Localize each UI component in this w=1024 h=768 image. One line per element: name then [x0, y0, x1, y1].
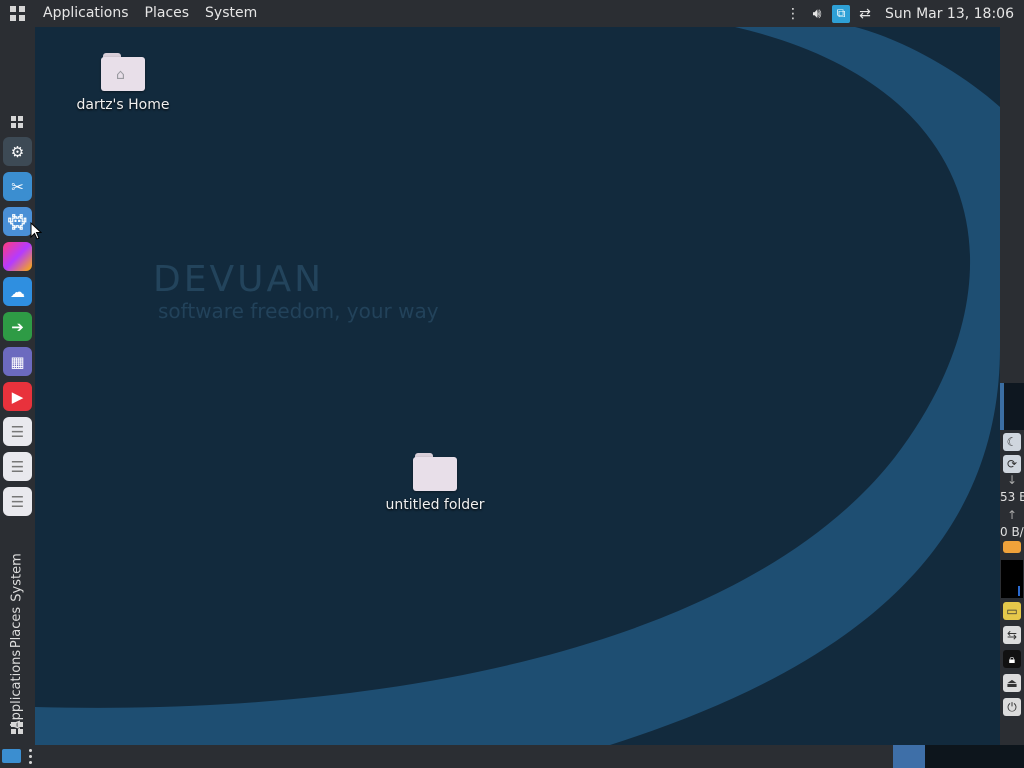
shutdown-icon[interactable]: ⏻ — [1003, 698, 1021, 716]
show-desktop-icon[interactable] — [2, 749, 21, 763]
weather-icon[interactable] — [1003, 541, 1021, 553]
wallpaper-swoosh — [35, 27, 1000, 745]
speaker-icon[interactable]: 🔊︎ — [808, 5, 826, 23]
office-launcher-icon[interactable]: ➔ — [3, 312, 32, 341]
apps-grid-icon[interactable] — [11, 116, 23, 128]
home-folder-label: dartz's Home — [76, 97, 170, 113]
network-icon[interactable]: ⧉ — [831, 4, 850, 23]
desktop: DEVUAN software freedom, your way Applic… — [0, 0, 1024, 768]
workspace-2[interactable] — [925, 745, 1024, 768]
wallpaper: DEVUAN software freedom, your way — [35, 27, 1000, 745]
refresh-icon[interactable]: ⟳ — [1003, 455, 1021, 473]
switch-user-icon[interactable]: ⇆ — [1003, 626, 1021, 644]
applications-menu[interactable]: Applications — [35, 0, 137, 27]
clock[interactable]: Sun Mar 13, 18:06 — [885, 6, 1014, 22]
left-dock: ⚙ ✂ 👾︎ ☁ ➔ ▦ ▶ ☰ ☰ ☰ System Places Appli… — [0, 27, 35, 745]
home-folder-desktop-icon[interactable]: ⌂ dartz's Home — [63, 53, 183, 113]
home-folder-icon: ⌂ — [101, 53, 145, 91]
slider-thumb[interactable] — [1000, 383, 1004, 430]
games-launcher-icon[interactable]: 👾︎ — [3, 207, 32, 236]
printer-icon[interactable]: ▭ — [1003, 602, 1021, 620]
untitled-folder-desktop-icon[interactable]: untitled folder — [375, 453, 495, 513]
up-arrow-icon: ↑ — [1006, 508, 1018, 522]
wallpaper-logo: DEVUAN — [153, 259, 324, 300]
folder-icon — [413, 453, 457, 491]
tools-launcher-icon[interactable]: ✂ — [3, 172, 32, 201]
toggle-launcher-icon[interactable]: ☰ — [3, 417, 32, 446]
drag-handle-icon[interactable]: ⋮ — [784, 5, 802, 23]
logout-icon[interactable]: ⏏ — [1003, 674, 1021, 692]
mouse-cursor-icon — [30, 222, 42, 240]
vertical-applications-menu[interactable]: Applications — [2, 650, 32, 729]
bottom-panel — [0, 745, 1024, 768]
settings-launcher-icon[interactable]: ⚙ — [3, 137, 32, 166]
net-up-label: 0 B/s — [1000, 525, 1024, 539]
system-tray: ⋮ 🔊︎ ⧉ ⇄ Sun Mar 13, 18:06 — [781, 0, 1024, 27]
right-panel: ☾ ⟳ ↓ 53 B ↑ 0 B/s ▭ ⇆ 🔒︎ ⏏ ⏻ — [1000, 27, 1024, 745]
workspace-1[interactable] — [893, 745, 925, 768]
system-menu[interactable]: System — [197, 0, 265, 27]
lock-icon[interactable]: 🔒︎ — [1003, 650, 1021, 668]
apps-grid-icon[interactable] — [11, 722, 23, 734]
toggle-launcher-icon[interactable]: ☰ — [3, 487, 32, 516]
wallpaper-slogan: software freedom, your way — [158, 299, 439, 323]
cpu-graph — [1001, 560, 1023, 598]
top-panel: Applications Places System ⋮ 🔊︎ ⧉ ⇄ Sun … — [0, 0, 1024, 27]
apps-launcher-icon[interactable]: ▦ — [3, 347, 32, 376]
down-arrow-icon: ↓ — [1006, 473, 1018, 487]
cloud-launcher-icon[interactable]: ☁ — [3, 277, 32, 306]
app-grid-icon[interactable] — [10, 5, 26, 22]
places-menu[interactable]: Places — [137, 0, 198, 27]
moon-icon[interactable]: ☾ — [1003, 433, 1021, 451]
media-player-launcher-icon[interactable]: ▶ — [3, 382, 32, 411]
vertical-system-menu[interactable]: System — [2, 553, 32, 601]
graphics-launcher-icon[interactable] — [3, 242, 32, 271]
sync-icon[interactable]: ⇄ — [856, 5, 874, 23]
untitled-folder-label: untitled folder — [385, 497, 485, 513]
net-down-label: 53 B — [1000, 490, 1024, 504]
vertical-places-menu[interactable]: Places — [2, 607, 32, 648]
toggle-launcher-icon[interactable]: ☰ — [3, 452, 32, 481]
drag-handle-icon[interactable] — [27, 749, 33, 765]
